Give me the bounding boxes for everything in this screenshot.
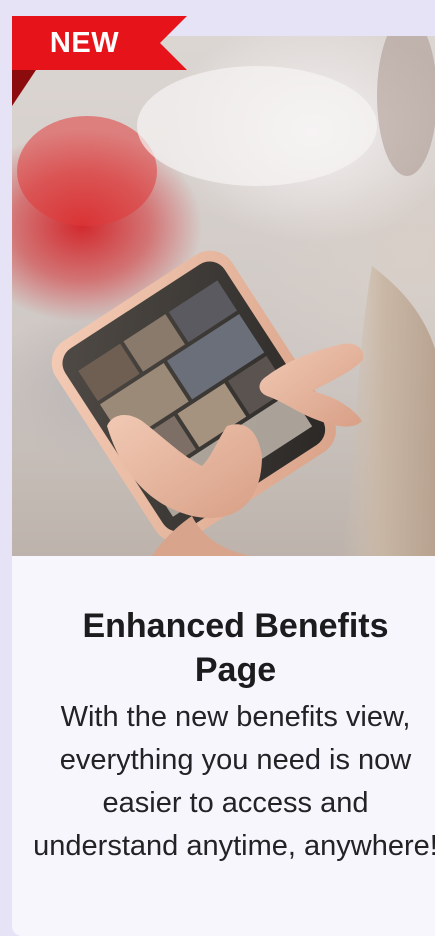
new-badge-label: NEW [49, 26, 120, 59]
feature-title: Enhanced Benefits Page [82, 607, 389, 689]
feature-description: With the new benefits view, everything y… [33, 701, 435, 862]
feature-card[interactable]: Enhanced Benefits Page With the new bene… [12, 36, 435, 936]
phone-in-hand-illustration [17, 36, 435, 556]
text-panel: Enhanced Benefits Page With the new bene… [24, 580, 435, 936]
new-badge: NEW [12, 16, 192, 106]
hero-image [12, 36, 435, 556]
